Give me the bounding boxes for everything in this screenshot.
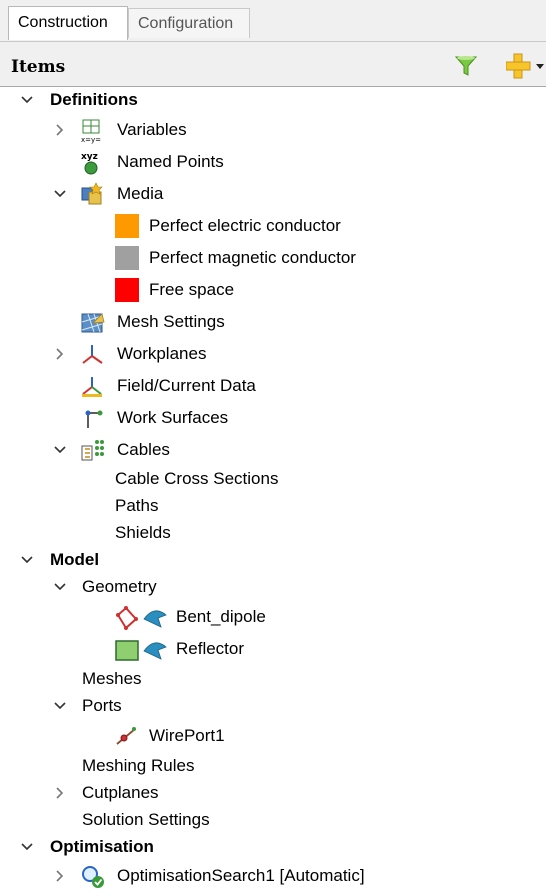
svg-text:xyz: xyz xyxy=(81,152,98,162)
tree-label: Reflector xyxy=(176,639,245,658)
cables-icon xyxy=(81,440,104,461)
tree-label: Variables xyxy=(117,120,187,139)
tree-item-workplanes[interactable]: Workplanes xyxy=(0,340,546,370)
chevron-down-icon[interactable] xyxy=(19,92,35,108)
tree-label: Work Surfaces xyxy=(117,408,229,427)
tree-label: Perfect magnetic conductor xyxy=(149,248,356,267)
chevron-right-icon[interactable] xyxy=(52,868,68,884)
optimisation-search-icon xyxy=(82,866,104,888)
tree-label: Bent_dipole xyxy=(176,607,266,626)
tree-item-wireport1[interactable]: WirePort1 xyxy=(0,722,546,752)
tree-label: Mesh Settings xyxy=(117,312,225,331)
tree-label: Cables xyxy=(117,440,170,459)
tree-label: OptimisationSearch1 [Automatic] xyxy=(117,866,365,885)
tree-item-variables[interactable]: x=y= Variables xyxy=(0,116,546,146)
chevron-right-icon[interactable] xyxy=(52,122,68,138)
tree-label: Ports xyxy=(82,696,122,715)
tree-item-optimisation[interactable]: Optimisation xyxy=(0,833,546,863)
tree-label: Media xyxy=(117,184,164,203)
tree-item-pmc[interactable]: Perfect magnetic conductor xyxy=(0,244,546,274)
field-current-data-icon xyxy=(82,377,102,397)
tree-item-mesh-settings[interactable]: Mesh Settings xyxy=(0,308,546,338)
tree-item-pec[interactable]: Perfect electric conductor xyxy=(0,212,546,242)
tree-label: Perfect electric conductor xyxy=(149,216,341,235)
svg-text:x=y=: x=y= xyxy=(81,136,101,144)
tree-label: Definitions xyxy=(50,90,138,109)
tree-label: Optimisation xyxy=(50,837,154,856)
chevron-down-icon[interactable] xyxy=(52,186,68,202)
tree-item-geometry[interactable]: Geometry xyxy=(0,573,546,603)
tree-item-cables[interactable]: Cables xyxy=(0,436,546,466)
tree-item-cable-cross-sections[interactable]: Cable Cross Sections xyxy=(0,465,546,495)
tree-item-model[interactable]: Model xyxy=(0,546,546,576)
tree-item-free-space[interactable]: Free space xyxy=(0,276,546,306)
tree-label: Model xyxy=(50,550,100,569)
wire-port-icon xyxy=(116,727,136,745)
tree-label: Cutplanes xyxy=(82,783,159,802)
tree-label: Named Points xyxy=(117,152,224,171)
chevron-down-icon[interactable] xyxy=(52,579,68,595)
tree-label: Field/Current Data xyxy=(117,376,256,395)
tree-item-named-points[interactable]: xyz Named Points xyxy=(0,148,546,178)
tree-label: Cable Cross Sections xyxy=(115,469,279,488)
tree-item-ports[interactable]: Ports xyxy=(0,692,546,722)
chevron-right-icon[interactable] xyxy=(52,785,68,801)
tab-configuration[interactable]: Configuration xyxy=(128,8,250,38)
tree-item-bent-dipole[interactable]: Bent_dipole xyxy=(0,603,546,633)
medium-color-swatch xyxy=(115,214,139,238)
work-surfaces-icon xyxy=(85,410,103,428)
items-header: Items xyxy=(0,42,546,87)
bent-dipole-icon xyxy=(116,606,167,630)
tree-item-optimisation-search1[interactable]: OptimisationSearch1 [Automatic] xyxy=(0,862,546,892)
items-tree: Definitions x=y= Variables xyz Named Poi… xyxy=(0,86,546,896)
tree-item-media[interactable]: Media xyxy=(0,180,546,210)
chevron-down-icon[interactable] xyxy=(52,698,68,714)
workplanes-icon xyxy=(82,345,103,364)
items-title: Items xyxy=(11,57,66,77)
tree-label: Workplanes xyxy=(117,344,207,363)
named-points-icon: xyz xyxy=(81,152,98,175)
tree-item-cutplanes[interactable]: Cutplanes xyxy=(0,779,546,809)
tab-construction[interactable]: Construction xyxy=(8,6,128,40)
medium-color-swatch xyxy=(115,246,139,270)
funnel-icon[interactable] xyxy=(454,54,478,78)
media-icon xyxy=(81,182,103,205)
tree-label: Geometry xyxy=(82,577,157,596)
tree-label: WirePort1 xyxy=(149,726,225,745)
chevron-down-icon[interactable] xyxy=(19,839,35,855)
plus-dropdown-icon[interactable] xyxy=(506,53,546,79)
tab-bar: Construction Configuration xyxy=(0,0,546,42)
tree-item-meshing-rules[interactable]: Meshing Rules xyxy=(0,752,546,782)
tree-item-reflector[interactable]: Reflector xyxy=(0,635,546,665)
tree-item-meshes[interactable]: Meshes xyxy=(0,665,546,695)
chevron-down-icon[interactable] xyxy=(52,442,68,458)
tree-label: Shields xyxy=(115,523,171,542)
tree-label: Meshing Rules xyxy=(82,756,195,775)
tree-item-field-current-data[interactable]: Field/Current Data xyxy=(0,372,546,402)
chevron-down-icon[interactable] xyxy=(19,552,35,568)
tree-item-shields[interactable]: Shields xyxy=(0,519,546,549)
tree-label: Meshes xyxy=(82,669,142,688)
tree-label: Free space xyxy=(149,280,235,299)
tree-item-work-surfaces[interactable]: Work Surfaces xyxy=(0,404,546,434)
tree-item-definitions[interactable]: Definitions xyxy=(0,86,546,116)
mesh-settings-icon xyxy=(81,313,105,333)
reflector-icon xyxy=(115,640,167,661)
tree-item-paths[interactable]: Paths xyxy=(0,492,546,522)
tree-label: Paths xyxy=(115,496,159,515)
tree-label: Solution Settings xyxy=(82,810,210,829)
medium-color-swatch xyxy=(115,278,139,302)
tree-item-solution-settings[interactable]: Solution Settings xyxy=(0,806,546,836)
chevron-right-icon[interactable] xyxy=(52,346,68,362)
variables-icon: x=y= xyxy=(81,119,101,144)
